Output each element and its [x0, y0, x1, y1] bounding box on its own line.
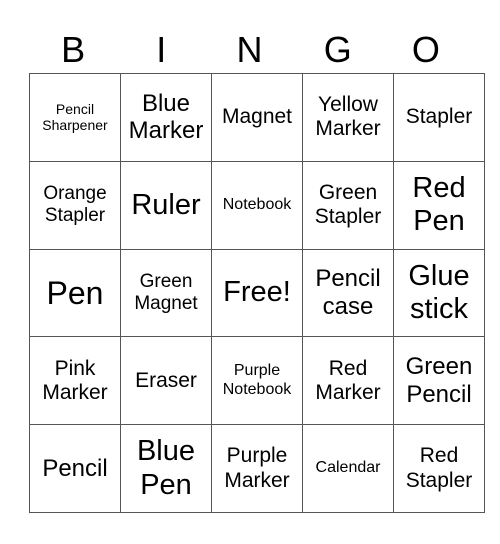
bingo-cell[interactable]: Magnet: [211, 73, 303, 162]
bingo-header: B I N G O: [29, 30, 470, 70]
bingo-cell[interactable]: Red Pen: [393, 160, 485, 250]
bingo-cell[interactable]: Calendar: [302, 424, 394, 513]
bingo-cell[interactable]: Purple Marker: [211, 424, 303, 513]
bingo-cell[interactable]: Pencil case: [302, 248, 394, 338]
bingo-cell[interactable]: Blue Pen: [120, 424, 212, 513]
bingo-cell[interactable]: Orange Stapler: [29, 160, 121, 250]
bingo-cell[interactable]: Blue Marker: [120, 73, 212, 162]
header-letter-o: O: [411, 29, 440, 70]
header-letter-n: N: [236, 29, 263, 70]
bingo-cell[interactable]: Pencil: [29, 424, 121, 513]
bingo-cell[interactable]: Glue stick: [393, 248, 485, 338]
bingo-cell[interactable]: Stapler: [393, 73, 485, 162]
bingo-cell[interactable]: Yellow Marker: [302, 73, 394, 162]
bingo-cell[interactable]: Free!: [211, 248, 303, 338]
bingo-cell[interactable]: Green Pencil: [393, 336, 485, 426]
bingo-card-grid: Pencil Sharpener Blue Marker Magnet Yellow …: [29, 73, 485, 513]
bingo-row: Pink Marker Eraser Purple Notebook Red Mark…: [29, 336, 485, 426]
bingo-cell[interactable]: Eraser: [120, 336, 212, 426]
bingo-row: Pen Green Magnet Free! Pencil case Glue stic…: [29, 248, 485, 338]
bingo-cell[interactable]: Pencil Sharpener: [29, 73, 121, 162]
bingo-cell[interactable]: Green Stapler: [302, 160, 394, 250]
header-letter-b: B: [61, 29, 86, 70]
bingo-cell[interactable]: Green Magnet: [120, 248, 212, 338]
bingo-cell[interactable]: Red Marker: [302, 336, 394, 426]
bingo-row: Orange Stapler Ruler Notebook Green Stapler…: [29, 160, 485, 250]
bingo-cell[interactable]: Purple Notebook: [211, 336, 303, 426]
bingo-cell[interactable]: Notebook: [211, 160, 303, 250]
bingo-cell[interactable]: Red Stapler: [393, 424, 485, 513]
bingo-row: Pencil Blue Pen Purple Marker Calendar Red S…: [29, 424, 485, 513]
header-letter-g: G: [323, 29, 352, 70]
header-letter-i: I: [156, 29, 167, 70]
bingo-cell[interactable]: Ruler: [120, 160, 212, 250]
bingo-cell[interactable]: Pen: [29, 248, 121, 338]
bingo-cell[interactable]: Pink Marker: [29, 336, 121, 426]
bingo-row: Pencil Sharpener Blue Marker Magnet Yellow …: [29, 73, 485, 162]
